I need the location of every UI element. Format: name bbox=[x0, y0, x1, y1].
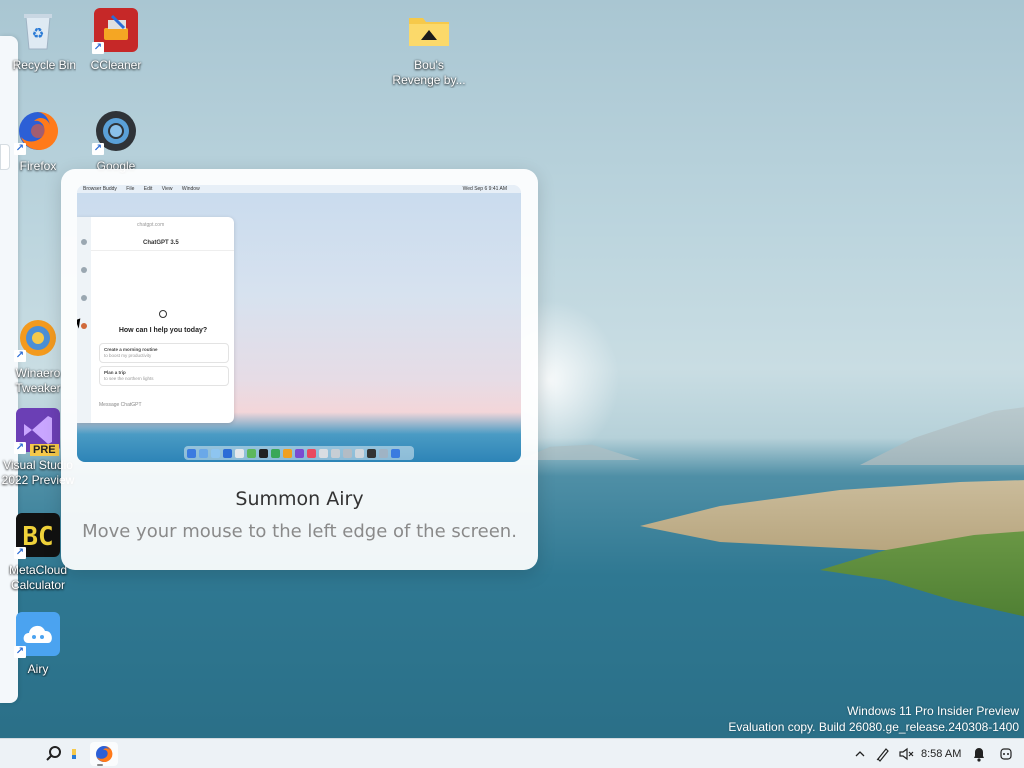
tray-volume-button[interactable] bbox=[895, 742, 917, 766]
wallpaper-mountain bbox=[860, 405, 1024, 465]
preview-chat-title: ChatGPT 3.5 bbox=[143, 240, 179, 246]
chrome-icon: ↗ bbox=[92, 109, 138, 155]
summon-airy-popup[interactable]: Browser Buddy File Edit View Window Wed … bbox=[61, 169, 538, 570]
preview-dock bbox=[184, 446, 414, 460]
preview-chat-prompt: How can I help you today? bbox=[118, 327, 208, 334]
preview-chat-input: Message ChatGPT bbox=[99, 402, 142, 408]
shortcut-arrow-icon: ↗ bbox=[14, 547, 26, 559]
taskbar: 8:58 AM bbox=[0, 738, 1024, 768]
taskbar-running-indicator bbox=[97, 764, 103, 766]
windows-watermark: Windows 11 Pro Insider Preview Evaluatio… bbox=[728, 703, 1019, 735]
preview-chat-window: chatgpt.com ChatGPT 3.5 How can I help y… bbox=[77, 217, 234, 423]
rail-icon bbox=[81, 267, 87, 273]
tray-clock[interactable]: 8:58 AM bbox=[921, 739, 961, 768]
chatgpt-logo-icon bbox=[159, 310, 167, 318]
preview-image: Browser Buddy File Edit View Window Wed … bbox=[77, 185, 521, 462]
preview-menubar-item: Window bbox=[181, 186, 200, 192]
dock-app-icon bbox=[187, 448, 196, 458]
desktop-icon-label: Bou's Revenge by... bbox=[392, 58, 466, 87]
preview-menubar-item: View bbox=[161, 186, 173, 192]
desktop-icon-label: CCleaner bbox=[90, 58, 142, 72]
preview-menubar-clock: Wed Sep 6 9:41 AM bbox=[462, 186, 507, 192]
dock-app-icon bbox=[391, 448, 400, 458]
metacloud-calculator-icon: BC ↗ bbox=[14, 513, 60, 559]
dock-app-icon bbox=[223, 448, 232, 458]
folder-icon bbox=[407, 8, 451, 52]
preview-suggestion-sub: to boost my productivity bbox=[104, 353, 152, 358]
preview-badge: PRE bbox=[30, 444, 59, 456]
dock-app-icon bbox=[343, 448, 352, 458]
shortcut-arrow-icon: ↗ bbox=[14, 442, 26, 454]
rail-icon bbox=[81, 239, 87, 245]
desktop-icon-folder[interactable]: Bou's Revenge by... bbox=[391, 8, 467, 88]
visual-studio-icon: ↗ PRE bbox=[14, 408, 60, 456]
dock-app-icon bbox=[259, 448, 268, 458]
copilot-icon bbox=[1000, 748, 1012, 760]
dock-app-icon bbox=[235, 448, 244, 458]
taskbar-file-explorer[interactable] bbox=[64, 742, 84, 766]
chevron-up-icon bbox=[855, 751, 865, 757]
recycle-bin-icon: ♻ bbox=[16, 8, 60, 52]
dock-app-icon bbox=[199, 448, 208, 458]
dock-app-icon bbox=[271, 448, 280, 458]
firefox-icon bbox=[96, 745, 113, 762]
tray-notifications-button[interactable] bbox=[968, 742, 990, 766]
svg-text:♻: ♻ bbox=[32, 25, 45, 41]
dock-app-icon bbox=[307, 448, 316, 458]
shortcut-arrow-icon: ↗ bbox=[92, 143, 104, 155]
preview-menubar-item: Edit bbox=[143, 186, 153, 192]
desktop-icon-firefox[interactable]: ↗ Firefox bbox=[0, 109, 76, 174]
pen-icon bbox=[876, 748, 889, 762]
tray-copilot-button[interactable] bbox=[994, 742, 1018, 766]
dock-app-icon bbox=[379, 448, 388, 458]
desktop-icon-chrome[interactable]: ↗ Google bbox=[78, 109, 154, 174]
dock-app-icon bbox=[367, 448, 376, 458]
preview-suggestion-sub: to see the northern lights bbox=[104, 376, 154, 381]
desktop-icon-airy[interactable]: ↗ Airy bbox=[0, 612, 76, 677]
dock-app-icon bbox=[295, 448, 304, 458]
dock-app-icon bbox=[247, 448, 256, 458]
svg-text:BC: BC bbox=[22, 522, 53, 552]
preview-menubar-item: File bbox=[126, 186, 135, 192]
preview-menubar: Browser Buddy File Edit View Window Wed … bbox=[77, 185, 521, 193]
preview-suggestion: Create a morning routine to boost my pro… bbox=[99, 343, 229, 363]
preview-menubar-item: Browser Buddy bbox=[83, 186, 117, 192]
popup-subtitle: Move your mouse to the left edge of the … bbox=[82, 521, 517, 542]
tray-overflow-button[interactable] bbox=[850, 742, 870, 766]
desktop-icon-label: Airy bbox=[27, 662, 49, 676]
volume-muted-icon bbox=[899, 747, 914, 761]
rail-icon bbox=[81, 295, 87, 301]
search-icon bbox=[46, 746, 61, 761]
preview-divider bbox=[91, 250, 234, 251]
popup-title: Summon Airy bbox=[235, 488, 364, 510]
airy-icon: ↗ bbox=[14, 612, 60, 658]
shortcut-arrow-icon: ↗ bbox=[14, 350, 26, 362]
dock-app-icon bbox=[355, 448, 364, 458]
bell-icon bbox=[974, 748, 984, 762]
dock-app-icon bbox=[331, 448, 340, 458]
tray-pen-button[interactable] bbox=[872, 742, 894, 766]
preview-chat-url: chatgpt.com bbox=[137, 222, 165, 228]
file-explorer-icon bbox=[72, 749, 76, 759]
desktop-icon-label: MetaCloud Calculator bbox=[8, 563, 68, 592]
watermark-build: Evaluation copy. Build 26080.ge_release.… bbox=[728, 720, 1019, 734]
shortcut-arrow-icon: ↗ bbox=[14, 143, 26, 155]
dock-app-icon bbox=[319, 448, 328, 458]
desktop-icon-recycle-bin[interactable]: ♻ Recycle Bin bbox=[0, 8, 76, 73]
firefox-icon: ↗ bbox=[14, 109, 60, 155]
desktop-icon-label: Recycle Bin bbox=[12, 58, 76, 72]
shortcut-arrow-icon: ↗ bbox=[14, 646, 26, 658]
preview-suggestion: Plan a trip to see the northern lights bbox=[99, 366, 229, 386]
dock-app-icon bbox=[283, 448, 292, 458]
dock-app-icon bbox=[211, 448, 220, 458]
ccleaner-icon: ↗ bbox=[92, 8, 138, 54]
winaero-tweaker-icon: ↗ bbox=[14, 316, 60, 362]
shortcut-arrow-icon: ↗ bbox=[92, 42, 104, 54]
watermark-edition: Windows 11 Pro Insider Preview bbox=[847, 704, 1019, 718]
desktop-icon-ccleaner[interactable]: ↗ CCleaner bbox=[78, 8, 154, 73]
taskbar-firefox[interactable] bbox=[90, 742, 118, 766]
